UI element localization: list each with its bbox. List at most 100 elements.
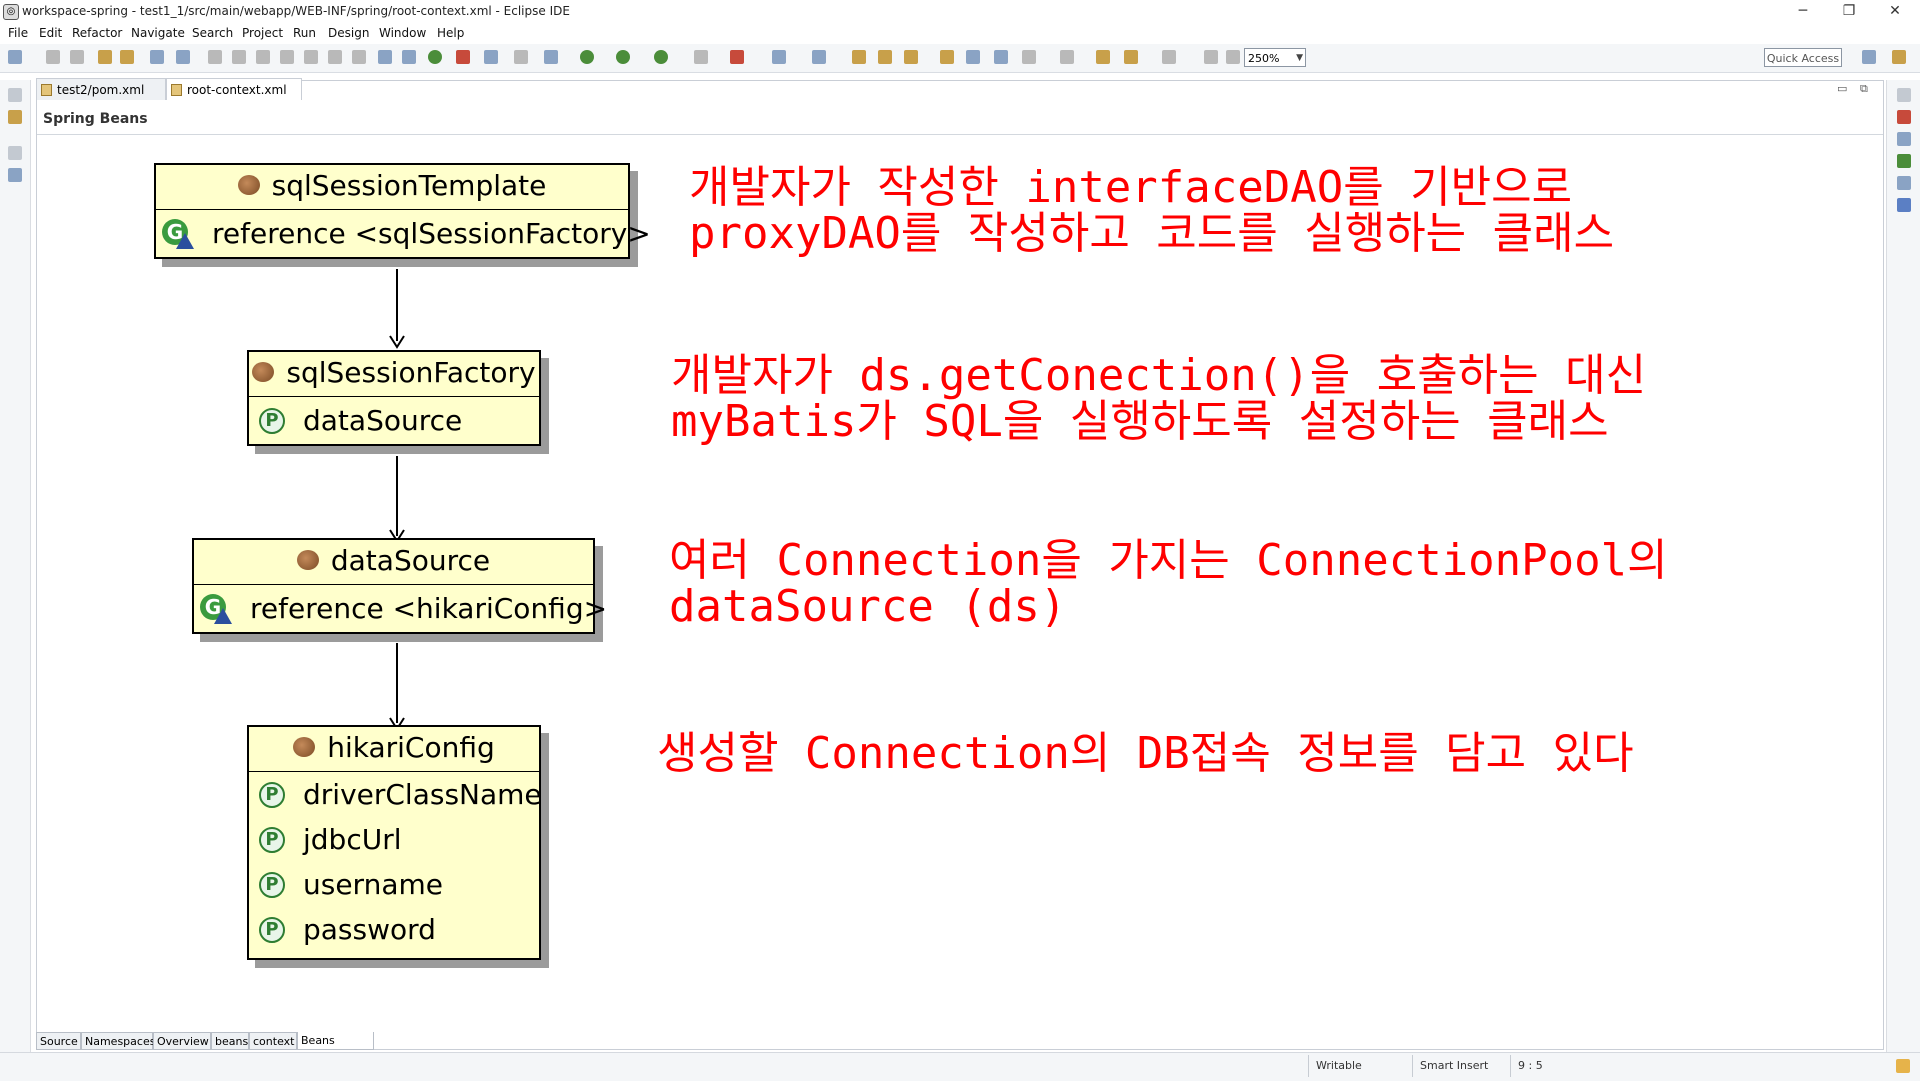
run-icon[interactable] xyxy=(580,50,594,64)
tab-root-context-xml[interactable]: root-context.xml ✕ xyxy=(166,78,302,119)
resume-icon[interactable] xyxy=(208,50,222,64)
new-package-icon[interactable] xyxy=(812,50,826,64)
build-icon[interactable] xyxy=(514,50,528,64)
properties-icon[interactable] xyxy=(98,50,112,64)
debug-icon[interactable] xyxy=(544,50,558,64)
copy-icon[interactable] xyxy=(120,50,134,64)
save-icon[interactable] xyxy=(46,50,60,64)
search-icon[interactable] xyxy=(904,50,918,64)
menu-search[interactable]: Search xyxy=(192,26,233,40)
suspend-icon[interactable] xyxy=(232,50,246,64)
bean-icon xyxy=(252,362,275,382)
back-icon[interactable] xyxy=(1124,50,1138,64)
drop-to-frame-icon[interactable] xyxy=(378,50,392,64)
terminate-icon[interactable] xyxy=(256,50,270,64)
spring-perspective-icon[interactable] xyxy=(1892,50,1906,64)
menu-file[interactable]: File xyxy=(8,26,28,40)
bean-property-row[interactable]: P jdbcUrl xyxy=(249,817,539,862)
external-tools-icon[interactable] xyxy=(654,50,668,64)
tab-context[interactable]: context xyxy=(249,1032,297,1050)
main-toolbar: 250% ▼ Quick Access xyxy=(0,44,1920,73)
last-edit-icon[interactable] xyxy=(1096,50,1110,64)
spring-boot-icon[interactable] xyxy=(428,50,442,64)
tab-pom-xml[interactable]: test2/pom.xml xyxy=(36,78,166,100)
bean-property-row[interactable]: P dataSource xyxy=(249,397,539,445)
tab-overview[interactable]: Overview xyxy=(153,1032,211,1050)
restore-button[interactable]: ❐ xyxy=(1826,0,1872,22)
bean-property-row[interactable]: P driverClassName xyxy=(249,772,542,817)
step-over-icon[interactable] xyxy=(328,50,342,64)
property-icon: P xyxy=(259,408,285,434)
bean-reference-row[interactable]: G reference <hikariConfig> xyxy=(194,585,607,633)
menu-window[interactable]: Window xyxy=(379,26,426,40)
disconnect-icon[interactable] xyxy=(280,50,294,64)
bean-datasource[interactable]: dataSource G reference <hikariConfig> xyxy=(192,538,607,634)
bean-reference-row[interactable]: G reference <sqlSessionFactory> xyxy=(156,210,651,258)
quick-access-field[interactable]: Quick Access xyxy=(1764,48,1842,67)
stop-icon[interactable] xyxy=(694,50,708,64)
server-icon[interactable] xyxy=(484,50,498,64)
close-button[interactable]: ✕ xyxy=(1872,0,1918,22)
tab-namespaces[interactable]: Namespaces xyxy=(81,1032,155,1050)
menu-design[interactable]: Design xyxy=(328,26,369,40)
next-annotation-icon[interactable] xyxy=(1022,50,1036,64)
new-icon[interactable] xyxy=(8,50,22,64)
task-icon[interactable] xyxy=(730,50,744,64)
open-type-icon[interactable] xyxy=(852,50,866,64)
new-class-icon[interactable] xyxy=(772,50,786,64)
use-step-filters-icon[interactable] xyxy=(402,50,416,64)
annotation-line: dataSource (ds) xyxy=(669,581,1067,632)
relaunch-icon[interactable] xyxy=(456,50,470,64)
grid-icon[interactable] xyxy=(1226,50,1240,64)
restore-view-icon[interactable] xyxy=(1897,88,1911,102)
right-trim-stack xyxy=(1886,80,1920,1055)
minimize-editor-icon[interactable]: ▭ xyxy=(1837,82,1847,95)
annotation-line: 개발자가 ds.getConection()을 호출하는 대신 xyxy=(671,350,1647,401)
bean-property-row[interactable]: P username xyxy=(249,862,539,907)
zoom-combo[interactable]: 250% ▼ xyxy=(1244,48,1306,67)
open-task-icon[interactable] xyxy=(940,50,954,64)
console-icon[interactable] xyxy=(150,50,164,64)
bean-icon xyxy=(293,737,316,757)
menu-refactor[interactable]: Refactor xyxy=(72,26,122,40)
step-into-icon[interactable] xyxy=(304,50,318,64)
tab-beans-graph[interactable]: Beans Graph xyxy=(297,1032,374,1065)
outline-icon[interactable] xyxy=(1897,110,1911,124)
maximize-editor-icon[interactable]: ⧉ xyxy=(1860,82,1868,96)
tip-icon[interactable] xyxy=(1896,1059,1910,1073)
problems-icon[interactable] xyxy=(1897,176,1911,190)
annotation-icon[interactable] xyxy=(994,50,1008,64)
menu-project[interactable]: Project xyxy=(242,26,283,40)
console-view-icon[interactable] xyxy=(1897,198,1911,212)
skip-breakpoints-icon[interactable] xyxy=(176,50,190,64)
forward-icon[interactable] xyxy=(1162,50,1176,64)
open-perspective-icon[interactable] xyxy=(1862,50,1876,64)
bean-property-row[interactable]: P password xyxy=(249,907,539,952)
restore-view-icon[interactable] xyxy=(8,88,22,102)
open-resource-icon[interactable] xyxy=(878,50,892,64)
menu-edit[interactable]: Edit xyxy=(39,26,62,40)
servers-icon[interactable] xyxy=(8,168,22,182)
pin-editor-icon[interactable] xyxy=(1204,50,1218,64)
bean-sqlsessionfactory[interactable]: sqlSessionFactory P dataSource xyxy=(247,350,541,446)
save-all-icon[interactable] xyxy=(70,50,84,64)
eclipse-app-icon: ◎ xyxy=(3,4,19,20)
tab-beans[interactable]: beans xyxy=(211,1032,249,1050)
menu-navigate[interactable]: Navigate xyxy=(131,26,185,40)
menu-run[interactable]: Run xyxy=(293,26,316,40)
step-return-icon[interactable] xyxy=(352,50,366,64)
previous-annotation-icon[interactable] xyxy=(1060,50,1074,64)
tab-source[interactable]: Source xyxy=(36,1032,81,1050)
web-browser-icon[interactable] xyxy=(966,50,980,64)
task-list-icon[interactable] xyxy=(1897,132,1911,146)
minimize-button[interactable]: ─ xyxy=(1780,0,1826,22)
restore-view-icon[interactable] xyxy=(8,146,22,160)
bean-header: sqlSessionFactory xyxy=(249,352,539,397)
bean-hikariconfig[interactable]: hikariConfig P driverClassName P jdbcUrl… xyxy=(247,725,542,960)
bean-sqlsessiontemplate[interactable]: sqlSessionTemplate G reference <sqlSessi… xyxy=(154,163,651,259)
menu-help[interactable]: Help xyxy=(437,26,464,40)
coverage-icon[interactable] xyxy=(616,50,630,64)
spring-explorer-icon[interactable] xyxy=(1897,154,1911,168)
annotation-line: 생성할 Connection의 DB접속 정보를 담고 있다 xyxy=(657,728,1634,779)
package-explorer-icon[interactable] xyxy=(8,110,22,124)
